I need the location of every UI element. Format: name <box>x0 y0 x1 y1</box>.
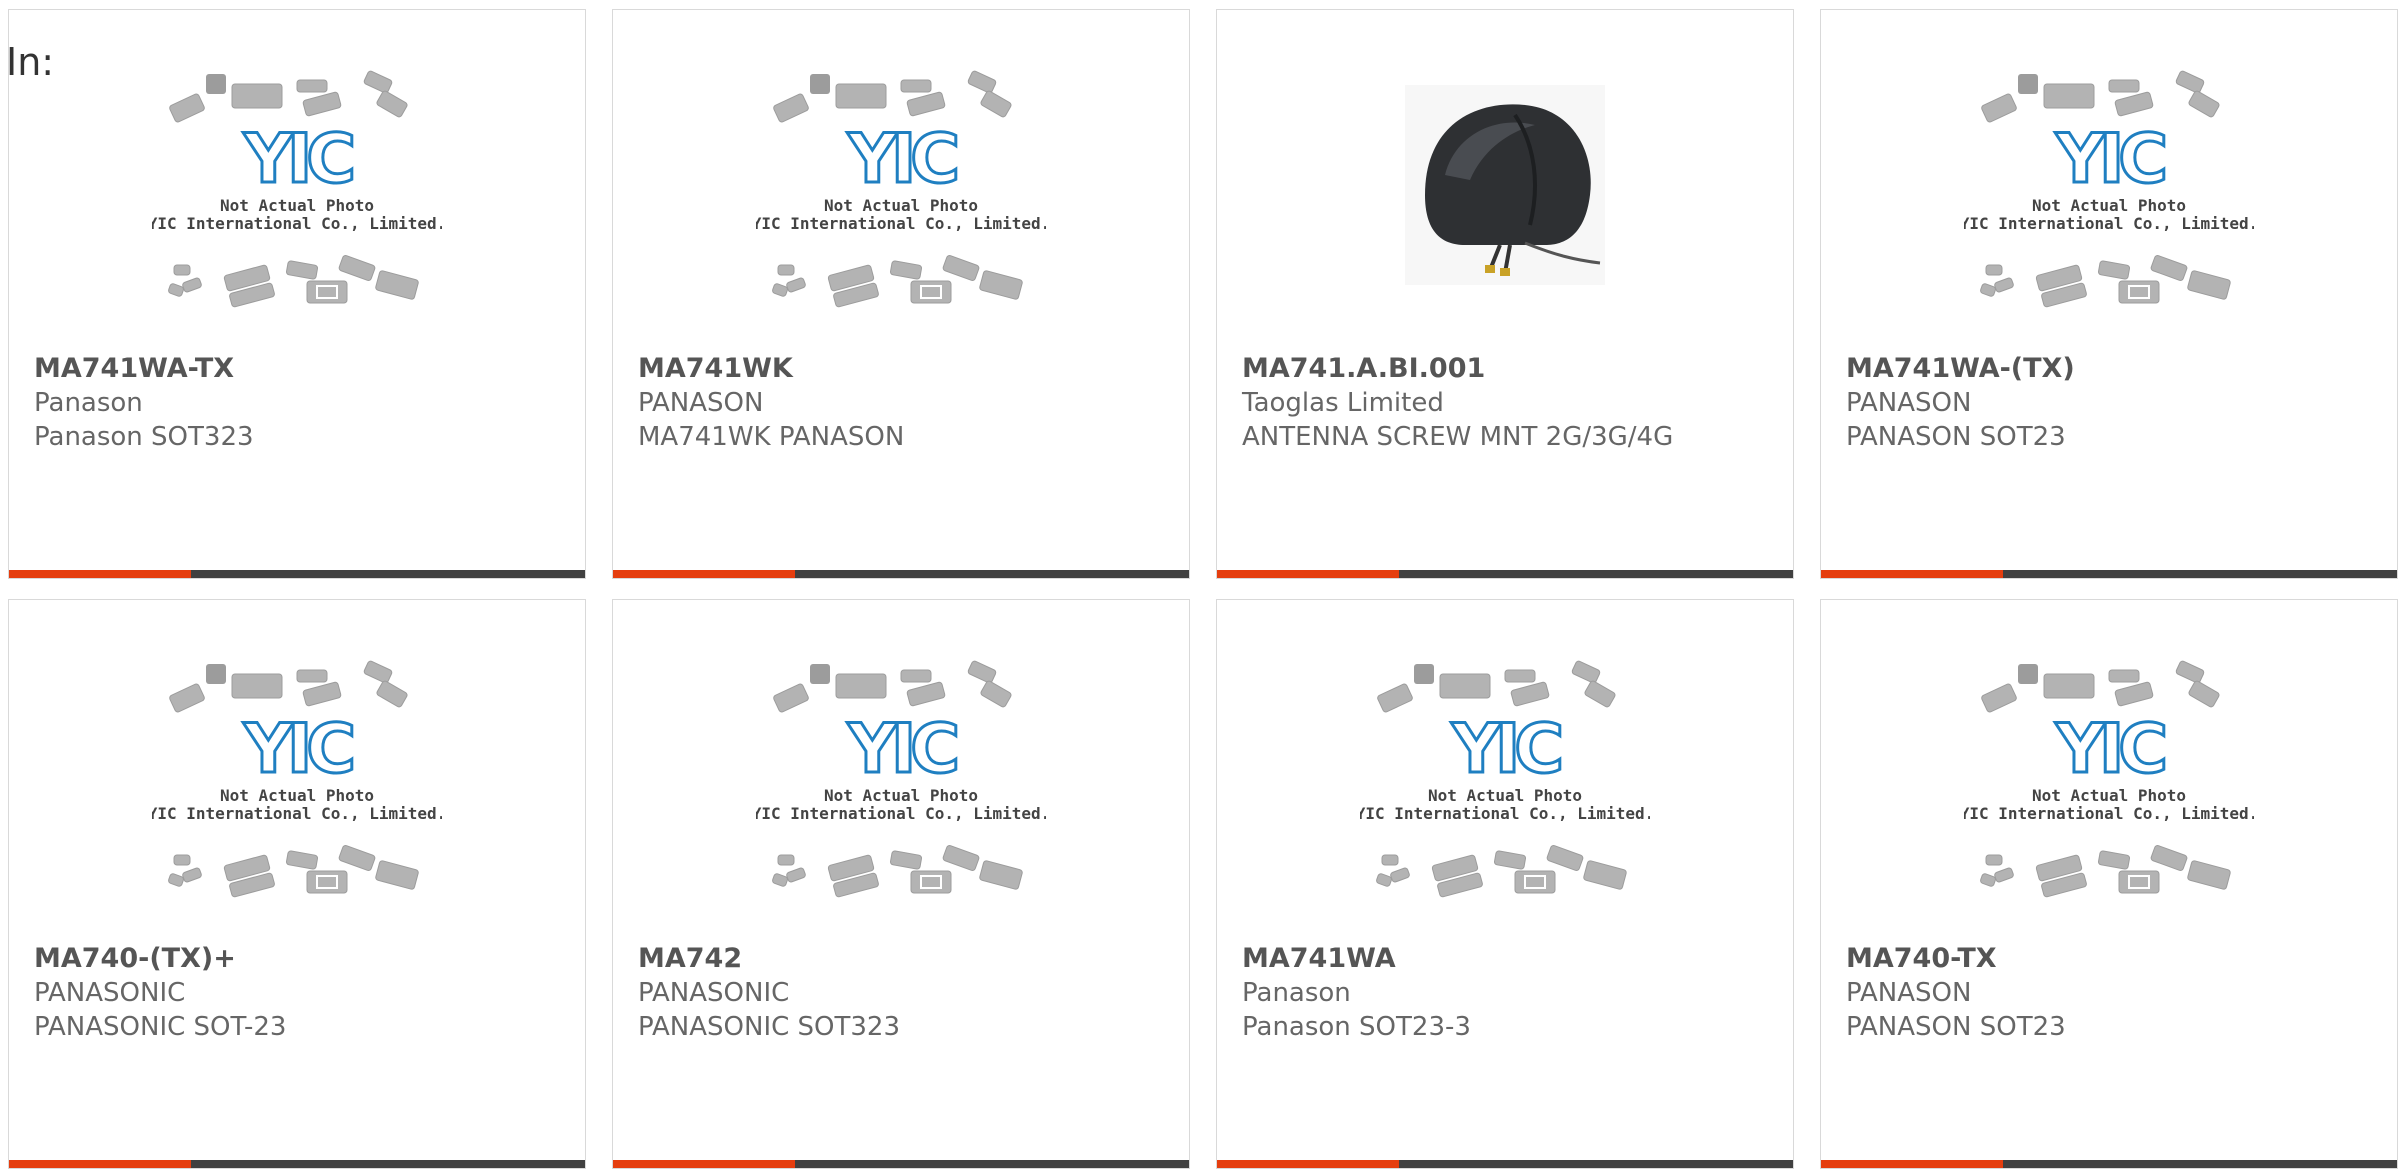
filter-label: In: <box>6 40 55 84</box>
svg-text:YIC International Co., Limited: YIC International Co., Limited. <box>1964 804 2254 823</box>
manufacturer: Taoglas Limited <box>1242 388 1444 418</box>
product-image[interactable]: YIC Not Actual Photo YIC International Co.… <box>1217 660 1793 940</box>
svg-text:Not Actual Photo: Not Actual Photo <box>2032 786 2186 805</box>
svg-text:YIC: YIC <box>847 120 957 199</box>
svg-text:YIC: YIC <box>2055 710 2165 789</box>
description: ANTENNA SCREW MNT 2G/3G/4G <box>1242 422 1674 452</box>
description: MA741WK PANASON <box>638 422 905 452</box>
svg-text:Not Actual Photo: Not Actual Photo <box>220 786 374 805</box>
description: PANASON SOT23 <box>1846 422 2066 452</box>
product-card[interactable]: YIC Not Actual Photo YIC International Co.… <box>1820 599 2398 1169</box>
svg-text:Not Actual Photo: Not Actual Photo <box>824 196 978 215</box>
product-card[interactable]: YIC Not Actual Photo YIC International Co.… <box>1216 599 1794 1169</box>
part-number-link[interactable]: MA741WK <box>638 352 1179 386</box>
svg-text:YIC International Co., Limited: YIC International Co., Limited. <box>756 214 1046 233</box>
not-actual-photo-placeholder: YICNot Actual PhotoYIC International Co.… <box>756 660 1046 898</box>
svg-text:YIC International Co., Limited: YIC International Co., Limited. <box>756 804 1046 823</box>
not-actual-photo-placeholder: YICNot Actual PhotoYIC International Co.… <box>1964 660 2254 898</box>
product-image[interactable]: YIC Not Actual Photo YIC International Co.… <box>613 660 1189 940</box>
not-actual-photo-placeholder: YICNot Actual PhotoYIC International Co.… <box>152 660 442 898</box>
part-number-link[interactable]: MA740-(TX)+ <box>34 942 575 976</box>
manufacturer: PANASONIC <box>34 978 186 1008</box>
card-bottom-bar <box>613 570 1189 578</box>
manufacturer: Panason <box>34 388 143 418</box>
product-image[interactable]: YIC Not Actual Photo YIC International Co.… <box>613 70 1189 350</box>
part-number-link[interactable]: MA741WA-TX <box>34 352 575 386</box>
svg-text:Not Actual Photo: Not Actual Photo <box>2032 196 2186 215</box>
part-number-link[interactable]: MA741.A.BI.001 <box>1242 352 1783 386</box>
product-image[interactable]: YIC Not Actual Photo YIC International Co.… <box>1821 70 2397 350</box>
not-actual-photo-placeholder: YICNot Actual PhotoYIC International Co.… <box>756 70 1046 308</box>
svg-text:YIC International Co., Limited: YIC International Co., Limited. <box>1964 214 2254 233</box>
part-number-link[interactable]: MA742 <box>638 942 1179 976</box>
product-card[interactable]: YIC Not Actual Photo YIC International Co.… <box>612 599 1190 1169</box>
description: PANASONIC SOT-23 <box>34 1012 287 1042</box>
antenna-photo <box>1405 85 1605 285</box>
svg-text:YIC: YIC <box>243 120 353 199</box>
svg-text:YIC International Co., Limited: YIC International Co., Limited. <box>152 804 442 823</box>
manufacturer: Panason <box>1242 978 1351 1008</box>
svg-text:Not Actual Photo: Not Actual Photo <box>1428 786 1582 805</box>
description: Panason SOT23-3 <box>1242 1012 1471 1042</box>
manufacturer: PANASONIC <box>638 978 790 1008</box>
description: PANASONIC SOT323 <box>638 1012 901 1042</box>
manufacturer: PANASON <box>638 388 764 418</box>
product-card[interactable]: YIC Not Actual Photo YIC International Co.… <box>8 9 586 579</box>
svg-text:YIC: YIC <box>1451 710 1561 789</box>
svg-text:Not Actual Photo: Not Actual Photo <box>220 196 374 215</box>
part-number-link[interactable]: MA740-TX <box>1846 942 2387 976</box>
svg-text:YIC: YIC <box>243 710 353 789</box>
not-actual-photo-placeholder: YICNot Actual PhotoYIC International Co.… <box>1360 660 1650 898</box>
svg-text:YIC: YIC <box>847 710 957 789</box>
svg-text:YIC International Co., Limited: YIC International Co., Limited. <box>1360 804 1650 823</box>
product-card[interactable]: MA741.A.BI.001 Taoglas Limited ANTENNA S… <box>1216 9 1794 579</box>
product-image[interactable]: YIC Not Actual Photo YIC International Co.… <box>1821 660 2397 940</box>
product-card[interactable]: YIC Not Actual Photo YIC International Co.… <box>612 9 1190 579</box>
product-image[interactable]: YIC Not Actual Photo YIC International Co.… <box>9 70 585 350</box>
description: Panason SOT323 <box>34 422 254 452</box>
svg-text:Not Actual Photo: Not Actual Photo <box>824 786 978 805</box>
not-actual-photo-placeholder: YICNot Actual PhotoYIC International Co.… <box>152 70 442 308</box>
description: PANASON SOT23 <box>1846 1012 2066 1042</box>
svg-text:YIC: YIC <box>2055 120 2165 199</box>
product-card[interactable]: YIC Not Actual Photo YIC International Co.… <box>1820 9 2398 579</box>
manufacturer: PANASON <box>1846 388 1972 418</box>
product-image[interactable] <box>1217 70 1793 350</box>
part-number-link[interactable]: MA741WA-(TX) <box>1846 352 2387 386</box>
not-actual-photo-placeholder: YICNot Actual PhotoYIC International Co.… <box>1964 70 2254 308</box>
part-number-link[interactable]: MA741WA <box>1242 942 1783 976</box>
card-bottom-bar <box>9 570 585 578</box>
svg-text:YIC International Co., Limited: YIC International Co., Limited. <box>152 214 442 233</box>
manufacturer: PANASON <box>1846 978 1972 1008</box>
product-image[interactable]: YIC Not Actual Photo YIC International Co.… <box>9 660 585 940</box>
card-bottom-bar <box>1217 570 1793 578</box>
product-card[interactable]: YIC Not Actual Photo YIC International Co.… <box>8 599 586 1169</box>
card-bottom-bar <box>1821 570 2397 578</box>
